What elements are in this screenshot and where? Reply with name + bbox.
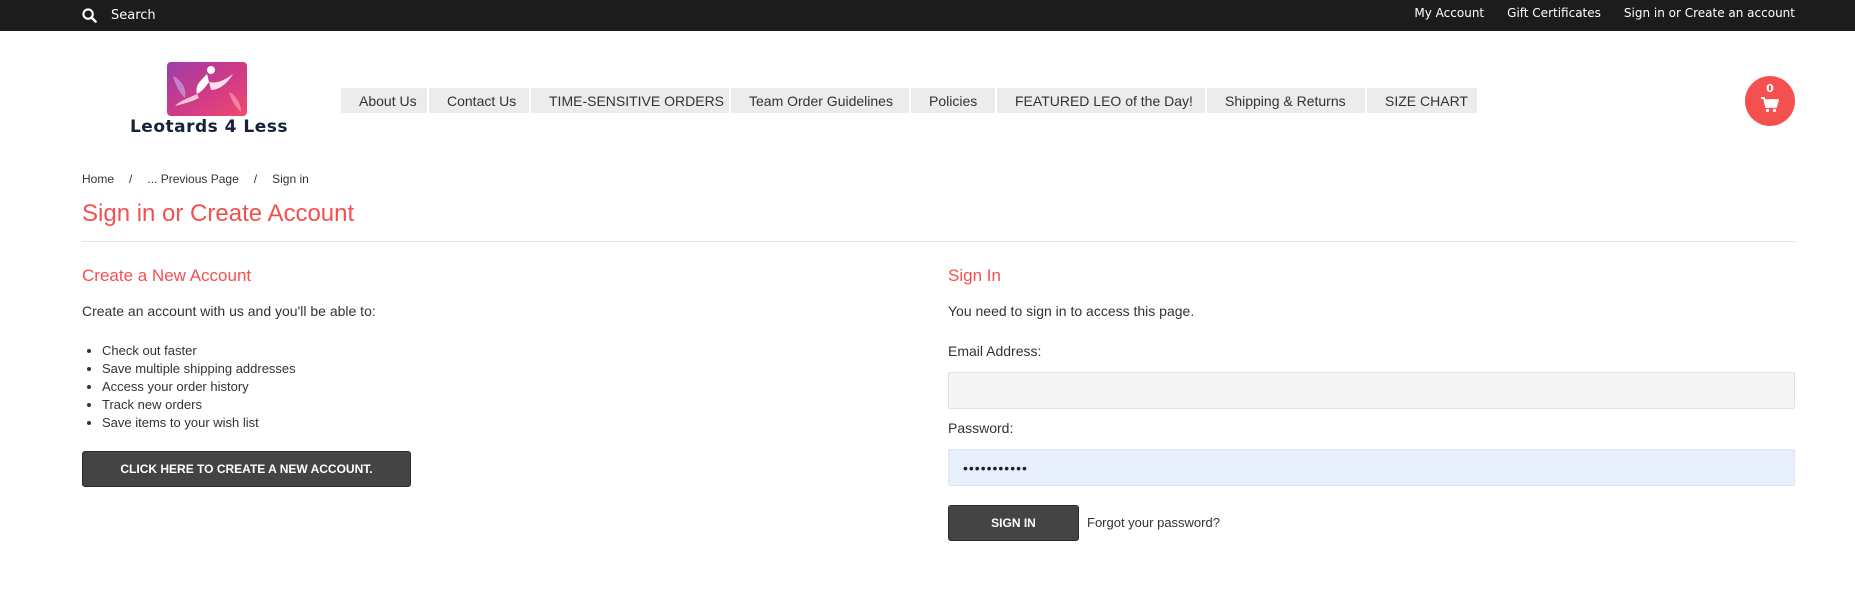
sign-in-create-account-link[interactable]: Sign in or Create an account (1624, 6, 1795, 20)
gift-certificates-link[interactable]: Gift Certificates (1507, 6, 1601, 20)
nav-about-us[interactable]: About Us (341, 88, 427, 113)
my-account-link[interactable]: My Account (1414, 6, 1484, 20)
breadcrumb-current: Sign in (272, 172, 309, 186)
create-account-intro: Create an account with us and you'll be … (82, 303, 376, 319)
search-label: Search (111, 8, 156, 23)
list-item: Save items to your wish list (102, 414, 296, 432)
title-divider (82, 241, 1795, 242)
create-account-heading: Create a New Account (82, 266, 252, 285)
breadcrumb-previous-page[interactable]: ... Previous Page (147, 172, 238, 186)
account-links: My Account Gift Certificates Sign in or … (1391, 0, 1795, 25)
breadcrumb-home[interactable]: Home (82, 172, 114, 186)
nav-policies[interactable]: Policies (911, 88, 995, 113)
list-item: Save multiple shipping addresses (102, 360, 296, 378)
nav-size-chart[interactable]: SIZE CHART (1367, 88, 1477, 113)
logo-text: Leotards 4 Less (129, 117, 289, 137)
benefits-list: Check out faster Save multiple shipping … (102, 342, 296, 432)
sign-in-button[interactable]: SIGN IN (948, 505, 1079, 541)
password-field[interactable] (948, 449, 1795, 486)
dancer-logo-icon (167, 62, 247, 116)
cart-button[interactable]: 0 (1745, 76, 1795, 126)
sign-in-intro: You need to sign in to access this page. (948, 303, 1195, 319)
sign-in-heading: Sign In (948, 266, 1001, 285)
nav-time-sensitive-orders[interactable]: TIME-SENSITIVE ORDERS (531, 88, 729, 113)
forgot-password-link[interactable]: Forgot your password? (1087, 515, 1220, 530)
breadcrumb-separator: / (129, 172, 133, 186)
list-item: Access your order history (102, 378, 296, 396)
create-account-button[interactable]: CLICK HERE TO CREATE A NEW ACCOUNT. (82, 451, 411, 487)
email-field[interactable] (948, 372, 1795, 409)
email-label: Email Address: (948, 343, 1042, 359)
nav-contact-us[interactable]: Contact Us (429, 88, 529, 113)
password-label: Password: (948, 420, 1014, 436)
cart-count-badge: 0 (1766, 82, 1774, 95)
shopping-cart-icon (1761, 97, 1779, 113)
nav-shipping-returns[interactable]: Shipping & Returns (1207, 88, 1365, 113)
top-bar: Search My Account Gift Certificates Sign… (0, 0, 1855, 31)
nav-team-order-guidelines[interactable]: Team Order Guidelines (731, 88, 909, 113)
site-logo[interactable]: Leotards 4 Less (116, 62, 302, 140)
search-icon (82, 8, 97, 23)
breadcrumb-separator: / (253, 172, 258, 186)
list-item: Track new orders (102, 396, 296, 414)
list-item: Check out faster (102, 342, 296, 360)
page-title: Sign in or Create Account (82, 200, 355, 227)
search-trigger[interactable]: Search (82, 0, 156, 31)
nav-featured-leo[interactable]: FEATURED LEO of the Day! (997, 88, 1205, 113)
main-nav: About Us Contact Us TIME-SENSITIVE ORDER… (341, 88, 1479, 113)
breadcrumb: Home / ... Previous Page / Sign in (82, 172, 309, 186)
